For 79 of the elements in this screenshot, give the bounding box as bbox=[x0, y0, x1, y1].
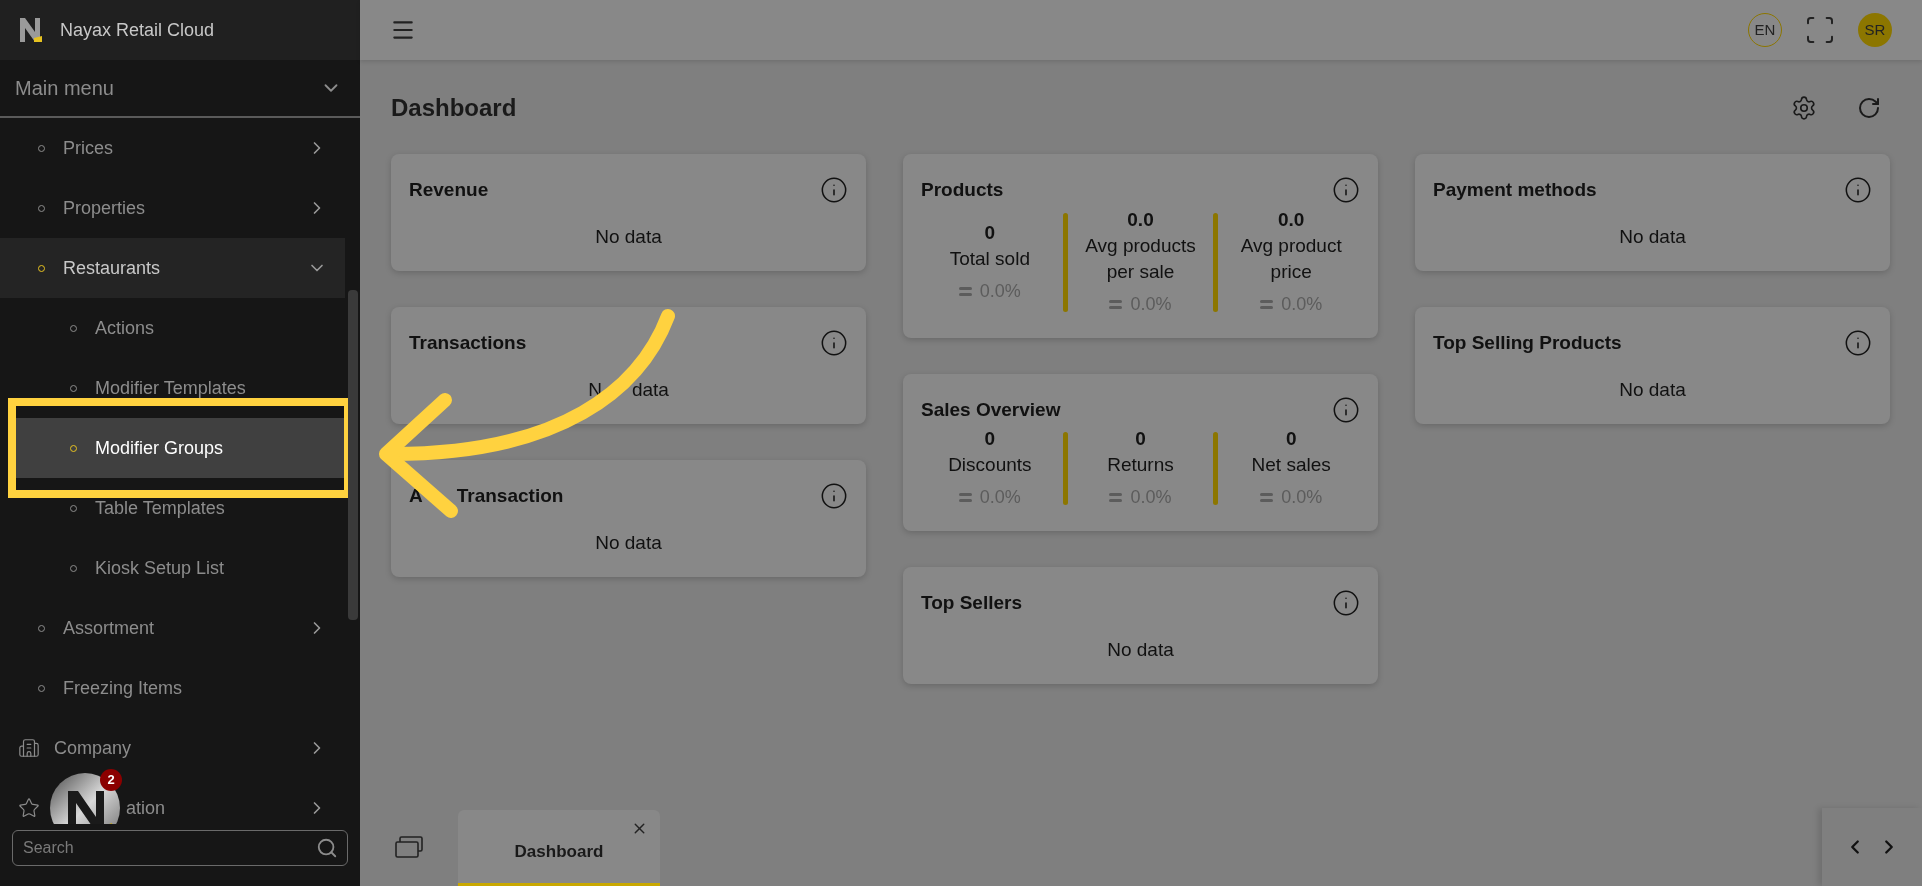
submenu-item-label: Modifier Templates bbox=[95, 376, 246, 400]
stat-value: 0.0 bbox=[1127, 207, 1154, 232]
menu-item[interactable]: ation bbox=[126, 788, 345, 824]
menu-item[interactable]: Prices bbox=[0, 118, 345, 178]
menu-item-label: Properties bbox=[63, 196, 147, 220]
empty-message: No data bbox=[1619, 224, 1686, 249]
stat-label: Returns bbox=[1106, 453, 1175, 477]
info-icon[interactable] bbox=[1844, 176, 1872, 205]
menu-item[interactable]: Restaurants bbox=[0, 238, 345, 298]
no-change-icon bbox=[1109, 299, 1123, 309]
stat-label: Avg product price bbox=[1239, 233, 1343, 284]
page-title: Dashboard bbox=[391, 93, 517, 123]
menu-item-label: Prices bbox=[63, 136, 114, 160]
star-icon bbox=[18, 797, 40, 819]
fullscreen-icon[interactable] bbox=[1804, 14, 1836, 46]
menu-item-label: Company bbox=[54, 736, 133, 760]
submenu-item-label: Table Templates bbox=[95, 496, 225, 520]
info-icon[interactable] bbox=[1332, 395, 1360, 424]
empty-message: No data bbox=[1107, 637, 1174, 662]
empty-message: data bbox=[631, 377, 669, 402]
submenu-item[interactable]: Modifier Templates bbox=[14, 358, 345, 418]
notification-badge: 2 bbox=[100, 769, 122, 791]
submenu-item[interactable]: Table Templates bbox=[14, 478, 345, 538]
submenu-item-label: Modifier Groups bbox=[95, 436, 224, 460]
card-title: Transaction bbox=[456, 484, 564, 508]
card-title: Transactions bbox=[409, 331, 527, 355]
submenu-item-label: Actions bbox=[95, 316, 155, 340]
windows-icon[interactable] bbox=[395, 836, 423, 858]
stat-label: Net sales bbox=[1250, 453, 1332, 477]
search-field[interactable]: Search bbox=[12, 830, 348, 866]
scrollbar[interactable] bbox=[348, 290, 358, 620]
card-title: Payment methods bbox=[1433, 178, 1597, 202]
info-icon[interactable] bbox=[820, 482, 848, 511]
empty-message: No data bbox=[595, 224, 662, 249]
info-icon[interactable] bbox=[1332, 176, 1360, 205]
menu-item[interactable]: Assortment bbox=[0, 598, 345, 658]
menu-item[interactable]: Freezing Items bbox=[0, 658, 345, 718]
card-title: Revenue bbox=[409, 178, 489, 202]
submenu-item[interactable]: Actions bbox=[14, 298, 345, 358]
submenu-item-label: Kiosk Setup List bbox=[95, 556, 225, 580]
empty-message: No data bbox=[595, 530, 662, 555]
empty-message: No data bbox=[1619, 377, 1686, 402]
menu-item-label: Assortment bbox=[63, 616, 156, 640]
menu-item[interactable]: Properties bbox=[0, 178, 345, 238]
card-title: Top Selling Products bbox=[1433, 331, 1622, 355]
info-icon[interactable] bbox=[820, 329, 848, 358]
submenu-item[interactable]: Kiosk Setup List bbox=[14, 538, 345, 598]
submenu-item[interactable]: Modifier Groups bbox=[14, 418, 345, 478]
menu-item-label: Freezing Items bbox=[63, 676, 184, 700]
menu-item-label: ation bbox=[126, 796, 167, 820]
search-icon[interactable] bbox=[316, 837, 338, 859]
no-change-icon bbox=[958, 493, 972, 502]
logo-icon bbox=[20, 18, 42, 42]
info-icon[interactable] bbox=[1844, 329, 1872, 358]
stat-value: 0 bbox=[984, 220, 996, 245]
no-change-icon bbox=[958, 286, 972, 296]
app-title: Nayax Retail Cloud bbox=[60, 18, 215, 42]
no-change-icon bbox=[1109, 493, 1123, 502]
refresh-icon[interactable] bbox=[1857, 96, 1881, 120]
stat-label: Discounts bbox=[947, 453, 1033, 477]
card-title: Products bbox=[921, 178, 1004, 202]
card-title: A bbox=[409, 484, 423, 508]
stat-label: Total sold bbox=[948, 246, 1031, 271]
card-title: Sales Overview bbox=[921, 397, 1061, 422]
stat-label: Avg products per sale bbox=[1084, 233, 1197, 284]
page-tab[interactable]: Dashboard bbox=[458, 810, 660, 886]
user-avatar[interactable]: SR bbox=[1858, 13, 1892, 47]
building-icon bbox=[18, 737, 40, 759]
menu-item-label: Restaurants bbox=[63, 256, 162, 280]
info-icon[interactable] bbox=[1332, 589, 1360, 618]
settings-icon[interactable] bbox=[1791, 95, 1817, 121]
stat-value: 0 bbox=[1135, 427, 1146, 451]
stat-value: 0 bbox=[1285, 427, 1297, 451]
stat-value: 0 bbox=[984, 427, 996, 451]
stat-value: 0.0 bbox=[1277, 207, 1305, 232]
info-icon[interactable] bbox=[820, 176, 848, 205]
card-title: Top Sellers bbox=[921, 591, 1022, 615]
no-change-icon bbox=[1260, 493, 1274, 502]
no-change-icon bbox=[1260, 299, 1274, 309]
